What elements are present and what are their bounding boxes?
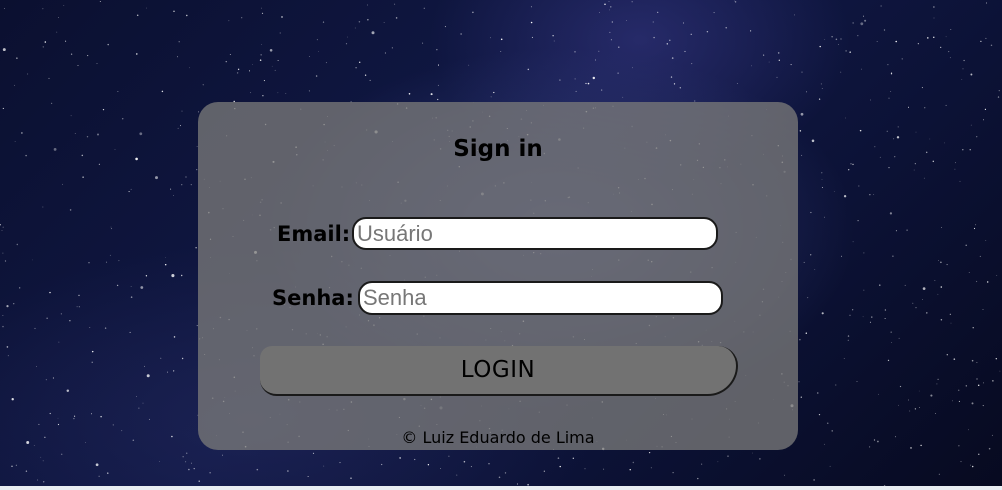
login-button[interactable]: LOGIN [260,346,738,396]
footer-credit: © Luiz Eduardo de Lima [401,428,595,447]
page-bottom-edge [0,486,1002,490]
password-label: Senha: [272,286,354,310]
password-input[interactable] [358,281,723,315]
email-label: Email: [277,222,351,246]
form-title: Sign in [453,136,543,162]
email-input[interactable] [352,217,718,250]
